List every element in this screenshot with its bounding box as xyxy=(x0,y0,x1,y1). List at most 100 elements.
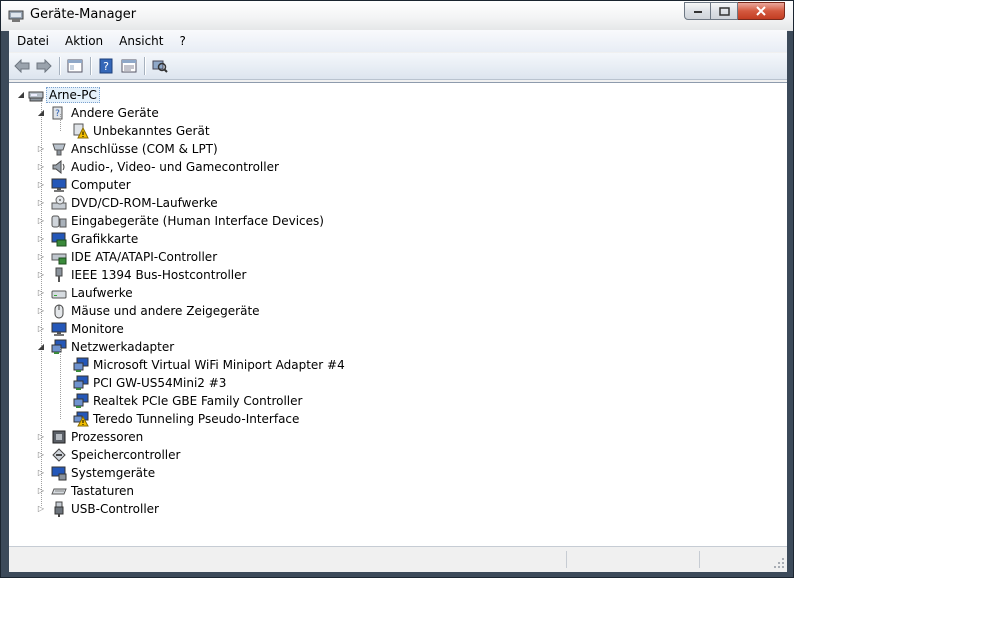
resize-grip-icon[interactable] xyxy=(774,558,785,569)
tree-child-connector xyxy=(60,384,61,401)
tree-category-node[interactable]: Netzwerkadapter xyxy=(37,338,174,356)
tree-node-label: Monitore xyxy=(71,322,124,336)
expand-toggle-icon[interactable] xyxy=(37,271,45,279)
collapse-toggle-icon[interactable] xyxy=(37,343,45,351)
network-adapter-icon xyxy=(73,357,89,373)
mouse-icon xyxy=(51,303,67,319)
tree-node-label: IDE ATA/ATAPI-Controller xyxy=(71,250,218,264)
disk-drive-icon xyxy=(51,285,67,301)
help-button[interactable]: ? xyxy=(97,57,115,75)
menu-bar: Datei Aktion Ansicht ? xyxy=(9,30,787,52)
network-adapter-icon xyxy=(73,393,89,409)
forward-button[interactable] xyxy=(35,57,53,75)
expand-toggle-icon[interactable] xyxy=(37,181,45,189)
tree-child-node[interactable]: Realtek PCIe GBE Family Controller xyxy=(73,392,302,410)
expand-toggle-icon[interactable] xyxy=(37,217,45,225)
tree-node-label: Tastaturen xyxy=(71,484,134,498)
usb-icon xyxy=(51,501,67,517)
expand-toggle-icon[interactable] xyxy=(37,325,45,333)
tree-node-label: Eingabegeräte (Human Interface Devices) xyxy=(71,214,324,228)
menu-ansicht[interactable]: Ansicht xyxy=(111,34,171,48)
expand-toggle-icon[interactable] xyxy=(37,505,45,513)
minimize-icon xyxy=(693,11,702,13)
expand-toggle-icon[interactable] xyxy=(37,163,45,171)
processor-icon xyxy=(51,429,67,445)
network-adapter-warning-icon xyxy=(73,411,89,427)
tree-node-label: Anschlüsse (COM & LPT) xyxy=(71,142,218,156)
tree-category-node[interactable]: Prozessoren xyxy=(37,428,143,446)
expand-toggle-icon[interactable] xyxy=(37,307,45,315)
caption-buttons xyxy=(684,2,785,21)
menu-help[interactable]: ? xyxy=(171,34,193,48)
storage-controller-icon xyxy=(51,447,67,463)
tree-category-node[interactable]: Laufwerke xyxy=(37,284,133,302)
tree-node-label: Speichercontroller xyxy=(71,448,181,462)
tree-category-node[interactable]: ? Andere Geräte xyxy=(37,104,159,122)
tree-node-label: Prozessoren xyxy=(71,430,144,444)
tree-category-node[interactable]: Computer xyxy=(37,176,131,194)
tree-category-node[interactable]: Systemgeräte xyxy=(37,464,155,482)
expand-toggle-icon[interactable] xyxy=(37,433,45,441)
expand-toggle-icon[interactable] xyxy=(37,487,45,495)
expand-toggle-icon[interactable] xyxy=(37,235,45,243)
tree-category-node[interactable]: Audio-, Video- und Gamecontroller xyxy=(37,158,279,176)
show-hide-console-tree-button[interactable] xyxy=(66,57,84,75)
back-button[interactable] xyxy=(13,57,31,75)
tree-category-node[interactable]: Tastaturen xyxy=(37,482,134,500)
tree-category-node[interactable]: Anschlüsse (COM & LPT) xyxy=(37,140,218,158)
monitor-icon xyxy=(51,177,67,193)
tree-category-node[interactable]: Speichercontroller xyxy=(37,446,180,464)
expand-toggle-icon[interactable] xyxy=(37,253,45,261)
network-adapter-icon xyxy=(51,339,67,355)
close-button[interactable] xyxy=(738,2,785,20)
expand-toggle-icon[interactable] xyxy=(37,145,45,153)
ide-controller-icon xyxy=(51,249,67,265)
tree-category-node[interactable]: IEEE 1394 Bus-Hostcontroller xyxy=(37,266,246,284)
scan-hardware-button[interactable] xyxy=(151,57,169,75)
tree-category-node[interactable]: Grafikkarte xyxy=(37,230,138,248)
maximize-button[interactable] xyxy=(711,2,738,20)
tree-category-node[interactable]: DVD/CD-ROM-Laufwerke xyxy=(37,194,218,212)
tree-child-connector xyxy=(60,114,61,131)
minimize-button[interactable] xyxy=(684,2,711,20)
dvd-drive-icon xyxy=(51,195,67,211)
network-adapter-icon xyxy=(73,375,89,391)
tree-category-node[interactable]: Monitore xyxy=(37,320,124,338)
status-pane xyxy=(566,551,699,568)
tree-category-node[interactable]: Eingabegeräte (Human Interface Devices) xyxy=(37,212,324,230)
unknown-device-icon: ? xyxy=(51,105,67,121)
expand-toggle-icon[interactable] xyxy=(37,451,45,459)
tree-node-label: Grafikkarte xyxy=(71,232,139,246)
show-hide-console-tree-icon xyxy=(67,59,83,73)
expand-toggle-icon[interactable] xyxy=(37,289,45,297)
expand-toggle-icon[interactable] xyxy=(37,469,45,477)
properties-button[interactable] xyxy=(120,57,138,75)
tree-node-label: USB-Controller xyxy=(71,502,159,516)
tree-child-node[interactable]: PCI GW-US54Mini2 #3 xyxy=(73,374,226,392)
toolbar-separator xyxy=(90,57,92,75)
tree-child-connector xyxy=(60,366,61,383)
warning-device-icon xyxy=(73,123,89,139)
expand-toggle-icon[interactable] xyxy=(37,199,45,207)
tree-category-node[interactable]: Mäuse und andere Zeigegeräte xyxy=(37,302,260,320)
device-manager-app-icon[interactable] xyxy=(8,8,24,24)
properties-icon xyxy=(121,59,137,73)
tree-child-node[interactable]: Unbekanntes Gerät xyxy=(73,122,210,140)
collapse-toggle-icon[interactable] xyxy=(37,109,45,117)
menu-aktion[interactable]: Aktion xyxy=(57,34,111,48)
toolbar-separator xyxy=(59,57,61,75)
help-icon: ? xyxy=(99,58,113,74)
svg-text:?: ? xyxy=(103,60,109,73)
menu-datei[interactable]: Datei xyxy=(9,34,57,48)
tree-root-label: Arne-PC xyxy=(46,87,100,103)
tree-child-node[interactable]: Microsoft Virtual WiFi Miniport Adapter … xyxy=(73,356,345,374)
tree-category-node[interactable]: IDE ATA/ATAPI-Controller xyxy=(37,248,217,266)
collapse-toggle-icon[interactable] xyxy=(17,91,25,99)
device-tree[interactable]: Arne-PC ? Andere Geräte Unbekanntes Gerät A… xyxy=(9,82,787,547)
tree-node-label: DVD/CD-ROM-Laufwerke xyxy=(71,196,218,210)
title-bar[interactable]: Geräte-Manager xyxy=(1,1,793,31)
tree-root[interactable]: Arne-PC xyxy=(17,86,100,104)
tree-category-node[interactable]: USB-Controller xyxy=(37,500,159,518)
tree-child-node[interactable]: Teredo Tunneling Pseudo-Interface xyxy=(73,410,299,428)
tree-node-label: Realtek PCIe GBE Family Controller xyxy=(93,394,303,408)
